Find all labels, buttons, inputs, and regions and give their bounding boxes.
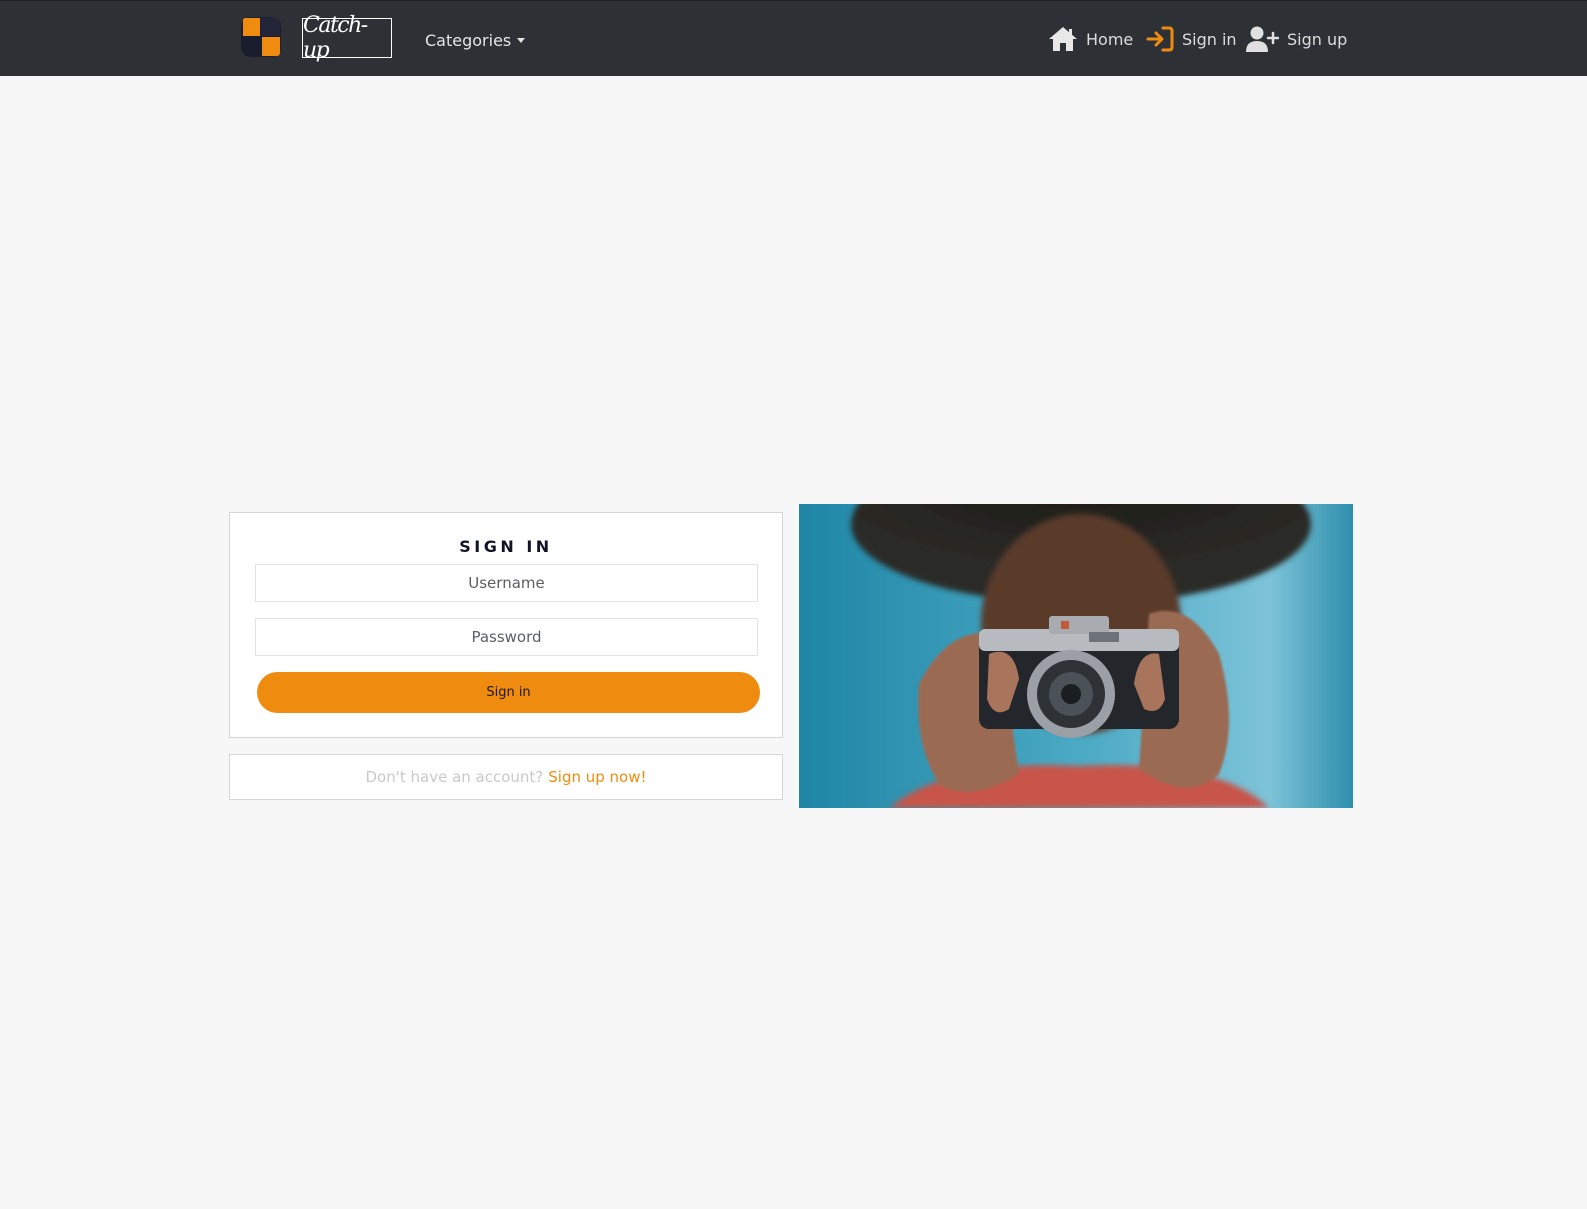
brand-logo-icon[interactable] bbox=[240, 16, 282, 58]
signin-submit-button[interactable]: Sign in bbox=[257, 672, 760, 713]
signin-card: SIGN IN Sign in bbox=[229, 512, 783, 738]
categories-dropdown[interactable]: Categories bbox=[425, 29, 526, 51]
nav-signin-link[interactable]: Sign in bbox=[1146, 24, 1237, 54]
nav-signup-label: Sign up bbox=[1287, 29, 1348, 49]
nav-signup-link[interactable]: Sign up bbox=[1245, 24, 1347, 54]
user-plus-icon bbox=[1245, 25, 1279, 53]
caret-down-icon bbox=[517, 37, 526, 43]
brand-name[interactable]: Catch-up bbox=[302, 13, 392, 63]
nav-signin-label: Sign in bbox=[1182, 29, 1237, 49]
username-input[interactable] bbox=[255, 564, 758, 602]
brand-text: Catch-up bbox=[303, 13, 368, 63]
top-navbar: Catch-up Categories Home Sign in Sign up bbox=[0, 0, 1587, 76]
categories-label: Categories bbox=[425, 30, 512, 50]
nav-home-link[interactable]: Home bbox=[1048, 24, 1133, 54]
signin-title: SIGN IN bbox=[459, 537, 553, 556]
nav-home-label: Home bbox=[1086, 29, 1134, 49]
sign-in-arrow-icon bbox=[1146, 26, 1174, 52]
house-icon bbox=[1048, 26, 1078, 52]
signup-now-link[interactable]: Sign up now! bbox=[548, 768, 646, 786]
signup-prompt-card: Don't have an account? Sign up now! bbox=[229, 754, 783, 800]
password-input[interactable] bbox=[255, 618, 758, 656]
signup-prompt-text: Don't have an account? bbox=[365, 768, 544, 786]
hero-camera-photo bbox=[799, 504, 1353, 808]
